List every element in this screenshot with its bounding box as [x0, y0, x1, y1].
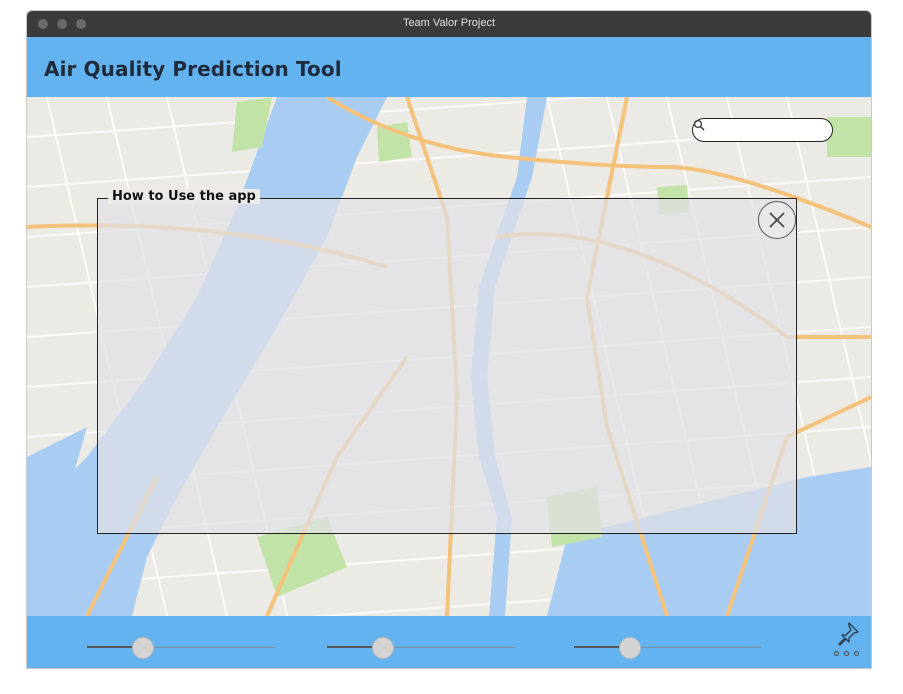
pin-icon[interactable]	[833, 620, 861, 646]
slider-track	[630, 647, 762, 648]
slider-3[interactable]	[574, 637, 762, 659]
bottom-toolbar	[27, 616, 871, 668]
help-panel: How to Use the app	[97, 189, 797, 534]
map-view[interactable]: How to Use the app	[27, 97, 871, 616]
close-button[interactable]	[758, 201, 796, 239]
more-dot	[834, 651, 839, 656]
page-title: Air Quality Prediction Tool	[44, 57, 342, 81]
more-icon[interactable]	[833, 649, 861, 659]
more-dot	[854, 651, 859, 656]
window-title: Team Valor Project	[402, 17, 496, 29]
more-dot	[844, 651, 849, 656]
slider-1[interactable]	[87, 637, 275, 659]
app-header: Air Quality Prediction Tool	[27, 37, 871, 97]
slider-thumb[interactable]	[132, 637, 154, 659]
search-box[interactable]	[692, 118, 833, 142]
slider-thumb[interactable]	[619, 637, 641, 659]
slider-track	[383, 647, 515, 648]
search-icon	[693, 119, 705, 131]
window-titlebar: Team Valor Project	[27, 11, 871, 37]
close-icon	[769, 212, 785, 228]
search-input[interactable]	[717, 121, 827, 139]
slider-thumb[interactable]	[372, 637, 394, 659]
slider-2[interactable]	[327, 637, 515, 659]
app-window: Team Valor Project Air Quality Predictio…	[27, 11, 871, 668]
slider-track	[143, 647, 275, 648]
help-panel-title: How to Use the app	[108, 189, 260, 204]
